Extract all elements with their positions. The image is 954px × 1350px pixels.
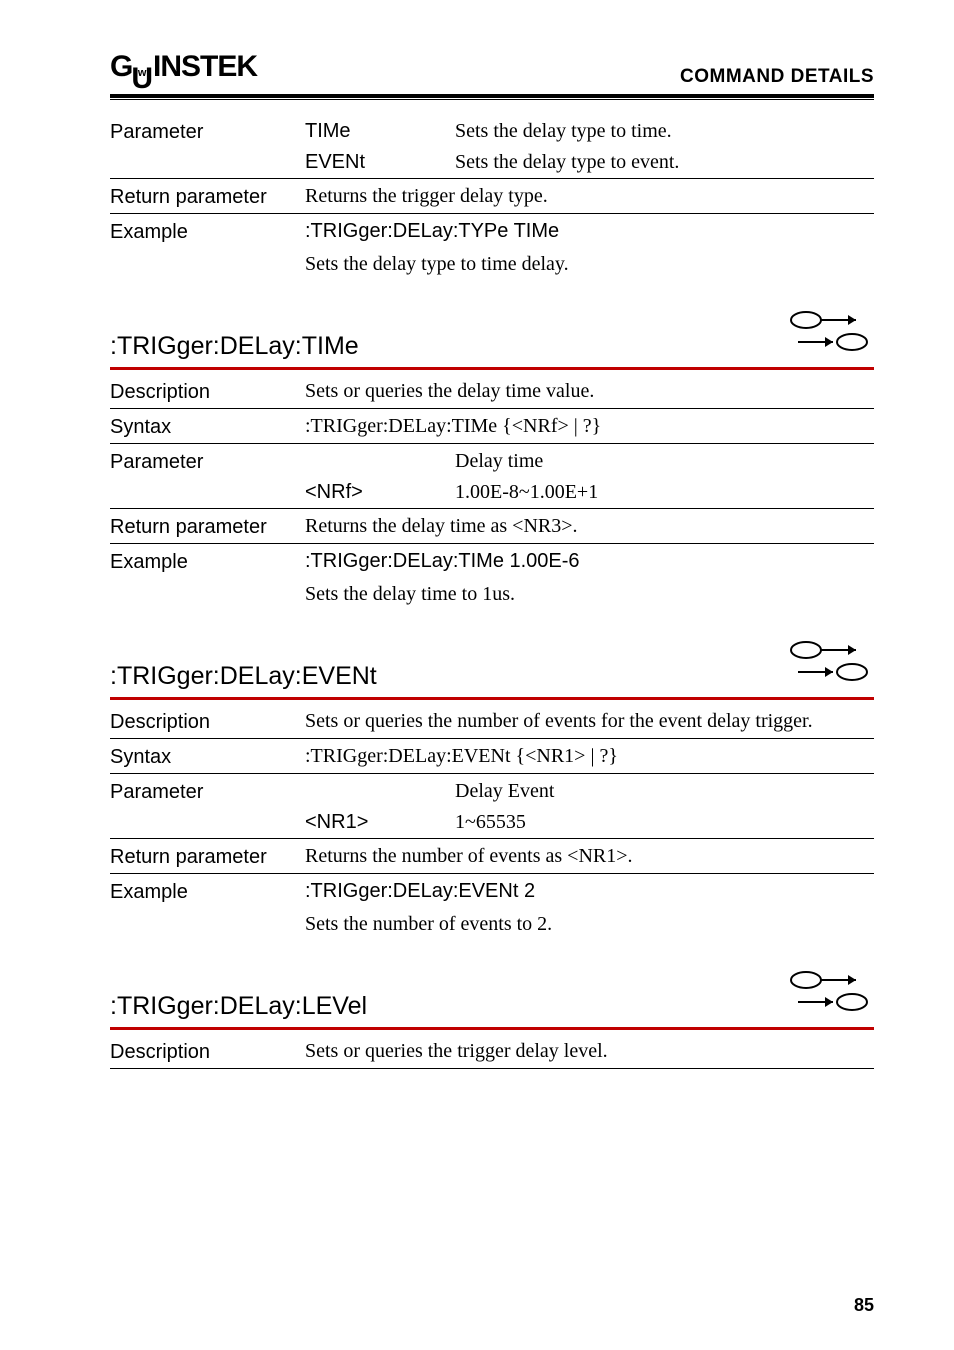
parameter-label: Parameter <box>110 450 305 474</box>
description-label: Description <box>110 710 305 734</box>
parameter-label: Parameter <box>110 780 305 804</box>
page-title: COMMAND DETAILS <box>680 66 874 88</box>
set-query-icon <box>784 968 874 1021</box>
example-row: Example :TRIGger:DELay:EVENt 2 Sets the … <box>110 874 874 940</box>
syntax-text: :TRIGger:DELay:TIMe {<NRf> | ?} <box>305 415 874 438</box>
description-text: Sets or queries the number of events for… <box>305 710 874 733</box>
param-range: 1~65535 <box>455 811 874 834</box>
description-text: Sets or queries the delay time value. <box>305 380 874 403</box>
set-query-icon <box>784 308 874 361</box>
param-name-empty <box>305 450 455 473</box>
param-name-empty <box>305 780 455 803</box>
example-label: Example <box>110 220 305 244</box>
section-header-level: :TRIGger:DELay:LEVel <box>110 968 874 1030</box>
return-parameter-row: Return parameter Returns the trigger del… <box>110 179 874 214</box>
example-label: Example <box>110 880 305 904</box>
example-description: Sets the number of events to 2. <box>305 903 874 936</box>
page-header: GwUINSTEK COMMAND DETAILS <box>110 50 874 98</box>
return-parameter-text: Returns the trigger delay type. <box>305 185 874 208</box>
section-header-time: :TRIGger:DELay:TIMe <box>110 308 874 370</box>
return-parameter-text: Returns the delay time as <NR3>. <box>305 515 874 538</box>
param-desc: Delay Event <box>455 780 874 803</box>
param-range: 1.00E-8~1.00E+1 <box>455 481 874 504</box>
description-row: Description Sets or queries the number o… <box>110 704 874 739</box>
brand-logo: GwUINSTEK <box>110 50 257 88</box>
section-title: :TRIGger:DELay:LEVel <box>110 992 367 1021</box>
param-desc: Delay time <box>455 450 874 473</box>
return-parameter-label: Return parameter <box>110 185 305 209</box>
return-parameter-row: Return parameter Returns the delay time … <box>110 509 874 544</box>
description-row: Description Sets or queries the delay ti… <box>110 374 874 409</box>
param-name: <NRf> <box>305 481 455 504</box>
example-command: :TRIGger:DELay:TYPe TIMe <box>305 220 874 243</box>
section-title: :TRIGger:DELay:EVENt <box>110 662 377 691</box>
syntax-label: Syntax <box>110 745 305 769</box>
param-name: <NR1> <box>305 811 455 834</box>
example-command: :TRIGger:DELay:TIMe 1.00E-6 <box>305 550 874 573</box>
description-text: Sets or queries the trigger delay level. <box>305 1040 874 1063</box>
return-parameter-row: Return parameter Returns the number of e… <box>110 839 874 874</box>
description-label: Description <box>110 380 305 404</box>
param-desc: Sets the delay type to event. <box>455 151 874 174</box>
param-desc: Sets the delay type to time. <box>455 120 874 143</box>
return-parameter-label: Return parameter <box>110 845 305 869</box>
param-name: TIMe <box>305 120 455 143</box>
parameter-row: Parameter Delay Event <NR1> 1~65535 <box>110 774 874 839</box>
syntax-label: Syntax <box>110 415 305 439</box>
set-query-icon <box>784 638 874 691</box>
section-title: :TRIGger:DELay:TIMe <box>110 332 359 361</box>
syntax-text: :TRIGger:DELay:EVENt {<NR1> | ?} <box>305 745 874 768</box>
example-command: :TRIGger:DELay:EVENt 2 <box>305 880 874 903</box>
return-parameter-text: Returns the number of events as <NR1>. <box>305 845 874 868</box>
description-row: Description Sets or queries the trigger … <box>110 1034 874 1069</box>
description-label: Description <box>110 1040 305 1064</box>
syntax-row: Syntax :TRIGger:DELay:TIMe {<NRf> | ?} <box>110 409 874 444</box>
param-name: EVENt <box>305 151 455 174</box>
syntax-row: Syntax :TRIGger:DELay:EVENt {<NR1> | ?} <box>110 739 874 774</box>
parameter-row: Parameter TIMe Sets the delay type to ti… <box>110 114 874 179</box>
page-number: 85 <box>854 1295 874 1316</box>
parameter-label: Parameter <box>110 120 305 144</box>
example-description: Sets the delay type to time delay. <box>305 243 874 276</box>
return-parameter-label: Return parameter <box>110 515 305 539</box>
example-row: Example :TRIGger:DELay:TYPe TIMe Sets th… <box>110 214 874 280</box>
example-label: Example <box>110 550 305 574</box>
example-description: Sets the delay time to 1us. <box>305 573 874 606</box>
example-row: Example :TRIGger:DELay:TIMe 1.00E-6 Sets… <box>110 544 874 610</box>
parameter-row: Parameter Delay time <NRf> 1.00E-8~1.00E… <box>110 444 874 509</box>
section-header-event: :TRIGger:DELay:EVENt <box>110 638 874 700</box>
